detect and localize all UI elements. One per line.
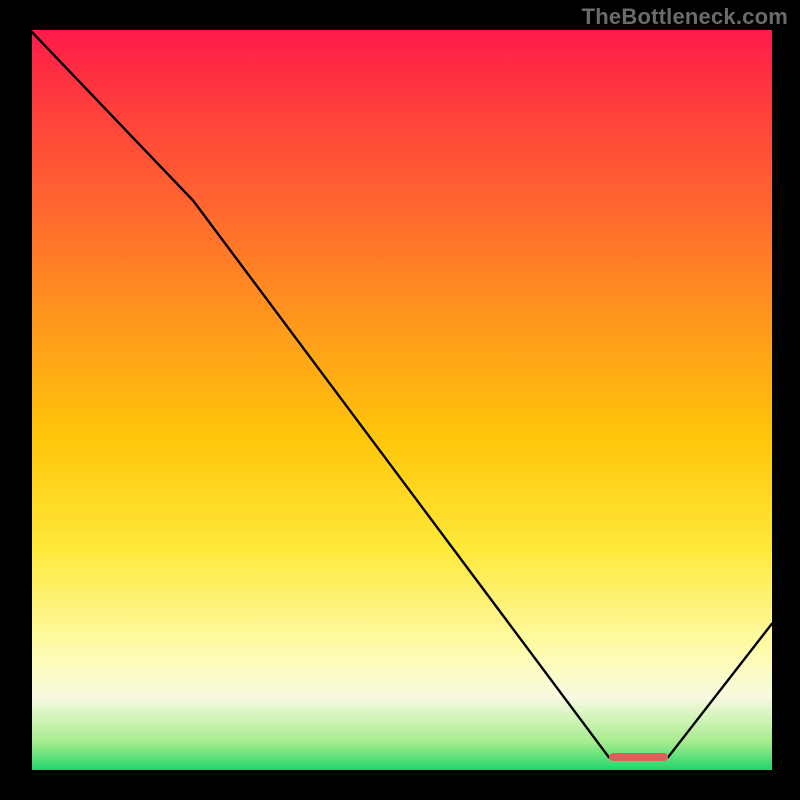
optimal-range-marker [609, 753, 668, 761]
plot-area [30, 30, 772, 772]
curve-svg [30, 30, 772, 772]
watermark-text: TheBottleneck.com [582, 4, 788, 30]
chart-frame: TheBottleneck.com [0, 0, 800, 800]
bottleneck-curve-path [30, 30, 772, 757]
